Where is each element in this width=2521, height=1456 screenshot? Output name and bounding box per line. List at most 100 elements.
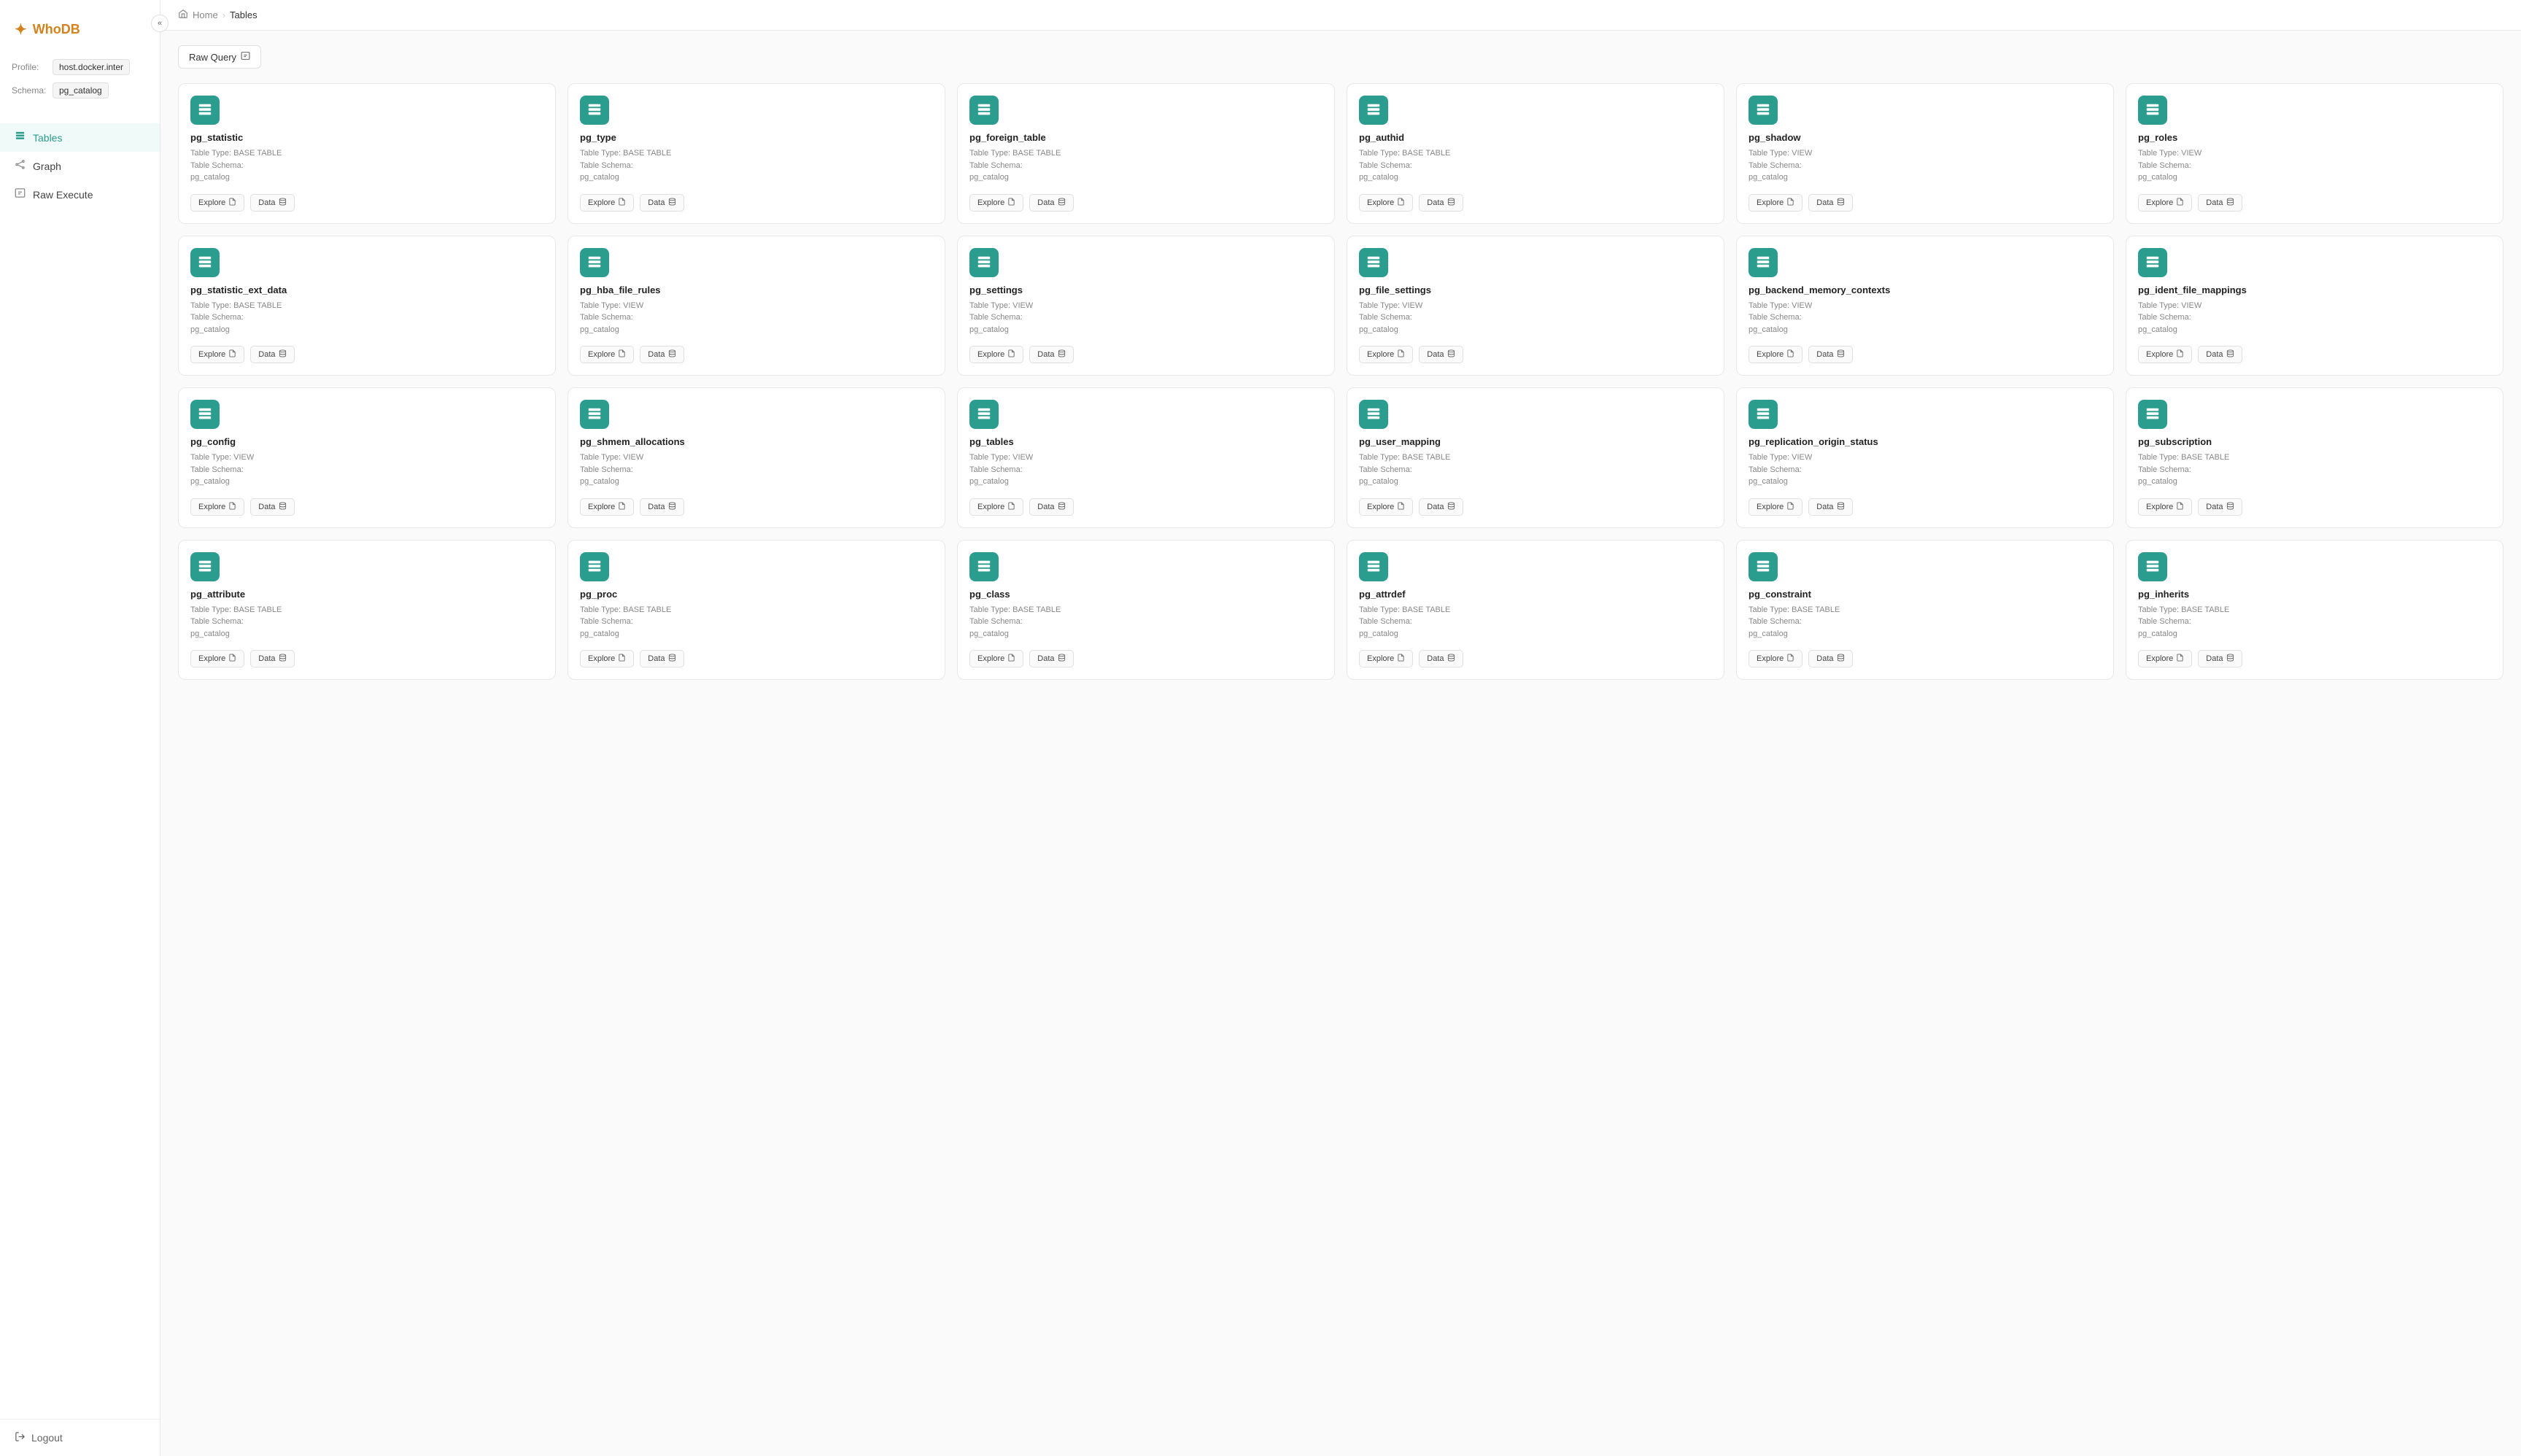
data-icon [1837,654,1845,664]
table-card-name: pg_roles [2138,132,2491,143]
explore-label: Explore [2146,350,2173,359]
collapse-sidebar-button[interactable]: « [151,15,169,32]
explore-button[interactable]: Explore [1749,498,1802,516]
data-button[interactable]: Data [2198,194,2242,212]
sidebar-item-label-raw-execute: Raw Execute [33,189,93,201]
table-card-icon [1749,248,1778,277]
logout-button[interactable]: Logout [15,1431,145,1444]
explore-button[interactable]: Explore [2138,650,2192,667]
data-button[interactable]: Data [1029,346,1073,363]
data-button[interactable]: Data [1808,650,1852,667]
table-card-actions: Explore Data [969,194,1323,212]
explore-button[interactable]: Explore [190,650,244,667]
explore-icon [1397,198,1405,208]
data-button[interactable]: Data [250,498,294,516]
data-label: Data [258,503,275,511]
breadcrumb-separator: › [222,9,225,20]
sidebar-bottom: Logout [0,1419,160,1456]
data-label: Data [258,654,275,663]
data-label: Data [1816,654,1833,663]
data-button[interactable]: Data [640,194,684,212]
explore-button[interactable]: Explore [1359,650,1413,667]
explore-icon [1786,502,1794,512]
data-icon [1058,349,1066,360]
explore-icon [618,654,626,664]
explore-button[interactable]: Explore [580,194,634,212]
explore-label: Explore [977,503,1004,511]
explore-button[interactable]: Explore [2138,498,2192,516]
explore-button[interactable]: Explore [1359,498,1413,516]
data-icon [2226,654,2234,664]
explore-label: Explore [977,350,1004,359]
table-card-name: pg_tables [969,436,1323,447]
explore-button[interactable]: Explore [580,346,634,363]
data-button[interactable]: Data [1419,194,1463,212]
explore-button[interactable]: Explore [1749,194,1802,212]
table-card-actions: Explore Data [2138,650,2491,667]
data-button[interactable]: Data [2198,650,2242,667]
table-card-meta: Table Type: BASE TABLE Table Schema: pg_… [1359,147,1712,184]
table-card-icon [969,552,999,581]
table-card-name: pg_file_settings [1359,284,1712,295]
table-card: pg_shmem_allocations Table Type: VIEW Ta… [568,387,945,528]
explore-button[interactable]: Explore [1359,346,1413,363]
table-card-actions: Explore Data [190,346,543,363]
data-button[interactable]: Data [640,498,684,516]
data-button[interactable]: Data [640,346,684,363]
table-card-meta: Table Type: VIEW Table Schema: pg_catalo… [1749,452,2102,488]
data-button[interactable]: Data [250,194,294,212]
sidebar-item-tables[interactable]: Tables [0,123,160,152]
table-card-icon [190,552,220,581]
explore-button[interactable]: Explore [969,498,1023,516]
data-label: Data [1037,654,1054,663]
explore-button[interactable]: Explore [2138,194,2192,212]
explore-icon [1007,349,1015,360]
sidebar-item-raw-execute[interactable]: Raw Execute [0,180,160,209]
explore-button[interactable]: Explore [1749,650,1802,667]
explore-button[interactable]: Explore [1749,346,1802,363]
data-button[interactable]: Data [2198,346,2242,363]
explore-label: Explore [1367,654,1394,663]
logout-label: Logout [31,1432,63,1444]
data-button[interactable]: Data [2198,498,2242,516]
data-button[interactable]: Data [1029,650,1073,667]
table-card-icon [1359,96,1388,125]
data-icon [1058,654,1066,664]
table-card-icon [580,248,609,277]
explore-button[interactable]: Explore [190,194,244,212]
table-card-name: pg_backend_memory_contexts [1749,284,2102,295]
data-button[interactable]: Data [1029,194,1073,212]
table-card-name: pg_shadow [1749,132,2102,143]
explore-button[interactable]: Explore [580,650,634,667]
data-button[interactable]: Data [250,346,294,363]
explore-button[interactable]: Explore [1359,194,1413,212]
sidebar-item-graph[interactable]: Graph [0,152,160,180]
data-button[interactable]: Data [1808,194,1852,212]
explore-label: Explore [1757,503,1784,511]
table-card: pg_backend_memory_contexts Table Type: V… [1736,236,2114,376]
data-icon [279,349,287,360]
table-card-icon [1359,400,1388,429]
explore-button[interactable]: Explore [190,346,244,363]
explore-button[interactable]: Explore [580,498,634,516]
explore-icon [2176,654,2184,664]
explore-button[interactable]: Explore [969,650,1023,667]
data-button[interactable]: Data [1808,346,1852,363]
data-button[interactable]: Data [1029,498,1073,516]
explore-button[interactable]: Explore [969,194,1023,212]
explore-label: Explore [198,350,225,359]
explore-button[interactable]: Explore [969,346,1023,363]
explore-button[interactable]: Explore [190,498,244,516]
data-icon [1447,654,1455,664]
data-button[interactable]: Data [1419,498,1463,516]
table-card: pg_foreign_table Table Type: BASE TABLE … [957,83,1335,224]
explore-button[interactable]: Explore [2138,346,2192,363]
data-button[interactable]: Data [1419,650,1463,667]
data-button[interactable]: Data [1419,346,1463,363]
table-card-icon [1749,552,1778,581]
data-button[interactable]: Data [1808,498,1852,516]
data-button[interactable]: Data [640,650,684,667]
breadcrumb-home[interactable]: Home [193,9,218,20]
raw-query-button[interactable]: Raw Query [178,45,261,69]
data-button[interactable]: Data [250,650,294,667]
